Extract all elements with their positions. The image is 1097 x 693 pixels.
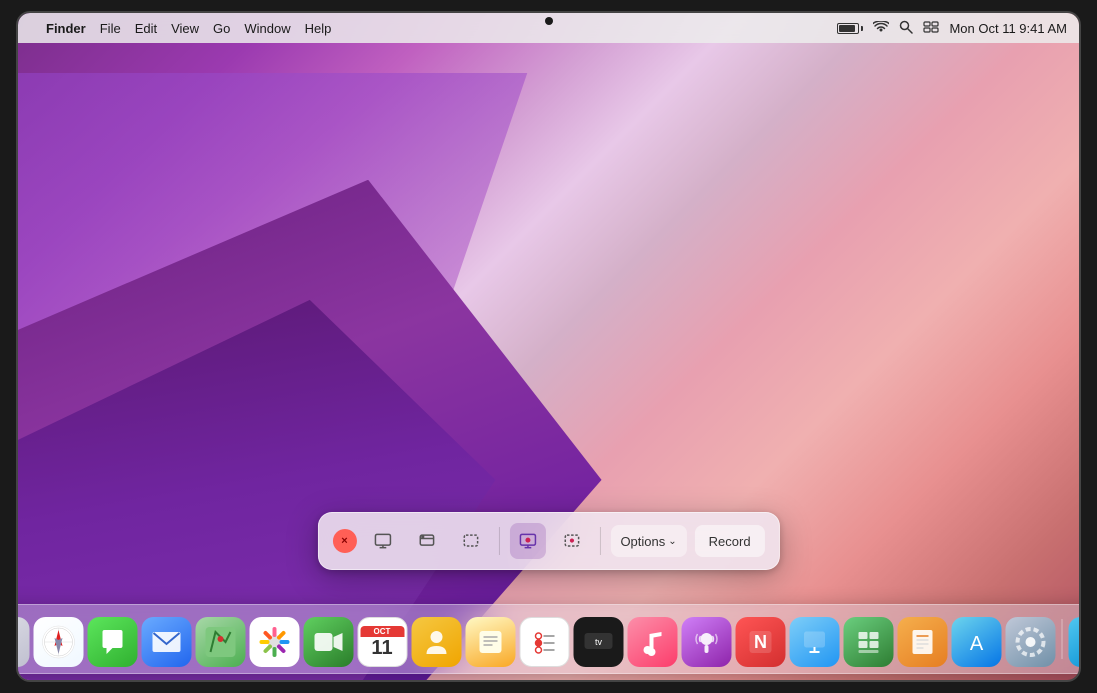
svg-text:N: N xyxy=(754,632,767,652)
svg-text:A: A xyxy=(969,633,983,655)
dock-app-keynote[interactable] xyxy=(789,617,839,667)
dock-app-systemprefs[interactable] xyxy=(1005,617,1055,667)
mac-frame: Finder File Edit View Go Window Help xyxy=(16,11,1081,682)
capture-selection-button[interactable] xyxy=(452,523,488,559)
dock-app-photos[interactable] xyxy=(249,617,299,667)
dock-app-launchpad[interactable] xyxy=(18,617,29,667)
options-button[interactable]: Options ⌄ xyxy=(610,525,686,557)
menu-go[interactable]: Go xyxy=(213,21,230,36)
battery-fill xyxy=(839,25,854,32)
toolbar-separator-2 xyxy=(599,527,600,555)
desktop: Finder File Edit View Go Window Help xyxy=(18,13,1079,680)
dock-app-appstore[interactable]: A xyxy=(951,617,1001,667)
control-center-icon[interactable] xyxy=(923,21,939,36)
capture-entire-screen-button[interactable] xyxy=(364,523,400,559)
battery-tip xyxy=(861,26,863,31)
record-selection-button[interactable] xyxy=(553,523,589,559)
dock-app-contacts[interactable] xyxy=(411,617,461,667)
menu-edit[interactable]: Edit xyxy=(135,21,157,36)
svg-text:tv: tv xyxy=(594,637,602,647)
battery-icon xyxy=(837,23,863,34)
record-button[interactable]: Record xyxy=(695,525,765,557)
datetime: Mon Oct 11 9:41 AM xyxy=(949,21,1067,36)
dock-separator xyxy=(1061,619,1062,659)
screenshot-toolbar: × xyxy=(317,512,779,570)
menu-help[interactable]: Help xyxy=(305,21,332,36)
menu-window[interactable]: Window xyxy=(244,21,290,36)
dock: OCT 11 xyxy=(18,604,1079,674)
menu-file[interactable]: File xyxy=(100,21,121,36)
toolbar-separator-1 xyxy=(498,527,499,555)
dock-app-appletv[interactable]: tv xyxy=(573,617,623,667)
menubar-right: Mon Oct 11 9:41 AM xyxy=(837,20,1067,37)
dock-app-news[interactable]: N xyxy=(735,617,785,667)
dock-app-pages[interactable] xyxy=(897,617,947,667)
dock-app-numbers[interactable] xyxy=(843,617,893,667)
menu-view[interactable]: View xyxy=(171,21,199,36)
search-icon[interactable] xyxy=(899,20,913,37)
dock-app-reminders[interactable] xyxy=(519,617,569,667)
options-label: Options xyxy=(620,534,665,549)
dock-app-messages[interactable] xyxy=(87,617,137,667)
dock-app-facetime[interactable] xyxy=(303,617,353,667)
dock-app-notes[interactable] xyxy=(465,617,515,667)
dock-app-mail[interactable] xyxy=(141,617,191,667)
menubar-left: Finder File Edit View Go Window Help xyxy=(30,21,331,36)
close-button[interactable]: × xyxy=(332,529,356,553)
battery-body xyxy=(837,23,859,34)
dock-app-screentime[interactable] xyxy=(1068,617,1079,667)
app-name[interactable]: Finder xyxy=(46,21,86,36)
capture-window-button[interactable] xyxy=(408,523,444,559)
record-entire-screen-button[interactable] xyxy=(509,523,545,559)
dock-app-safari[interactable] xyxy=(33,617,83,667)
options-chevron-icon: ⌄ xyxy=(668,536,676,547)
dock-app-maps[interactable] xyxy=(195,617,245,667)
dock-app-podcasts[interactable] xyxy=(681,617,731,667)
dock-app-calendar[interactable]: OCT 11 xyxy=(357,617,407,667)
dock-app-music[interactable] xyxy=(627,617,677,667)
wifi-icon xyxy=(873,21,889,36)
camera-notch xyxy=(545,17,553,25)
